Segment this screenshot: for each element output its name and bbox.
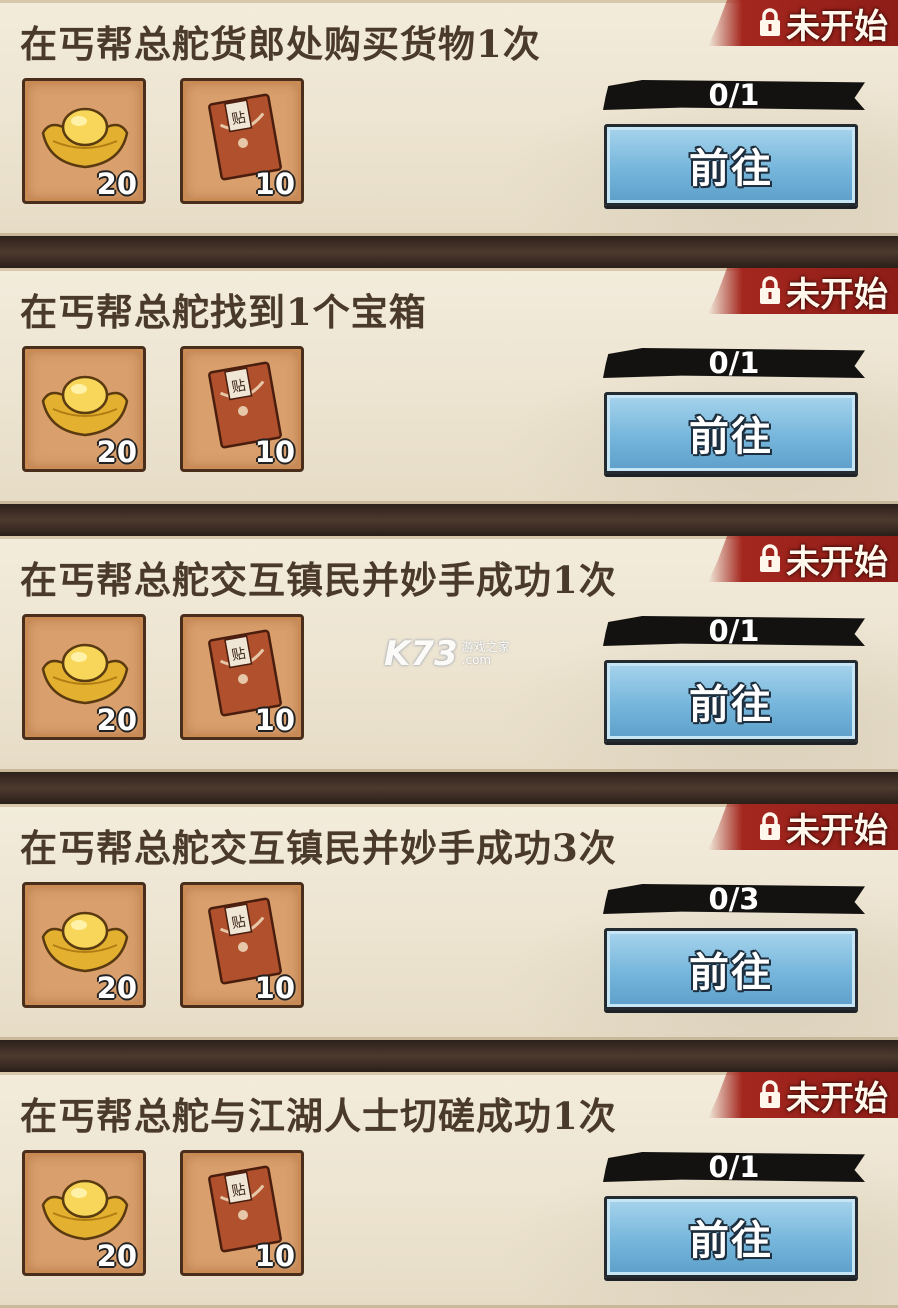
reward-red-envelope[interactable]: 贴 10 <box>180 1150 304 1276</box>
lock-icon <box>760 1080 780 1108</box>
task-title: 在丐帮总舵交互镇民并妙手成功3次 <box>20 826 617 870</box>
status-badge: 未开始 <box>708 268 898 314</box>
task-card: 在丐帮总舵货郎处购买货物1次 未开始 20 贴 10 0/1 前往 <box>0 0 898 236</box>
envelope-glyph: 贴 <box>230 378 247 396</box>
watermark-logo: K73 <box>384 634 458 674</box>
divider <box>0 772 898 804</box>
status-text: 未开始 <box>786 1078 888 1119</box>
task-title: 在丐帮总舵货郎处购买货物1次 <box>20 22 541 66</box>
reward-count: 10 <box>254 703 295 737</box>
go-button[interactable]: 前往 <box>604 392 858 474</box>
reward-gold-ingot[interactable]: 20 <box>22 614 146 740</box>
status-badge: 未开始 <box>708 1072 898 1118</box>
watermark-subtext: 游戏之家 .com <box>462 641 510 667</box>
reward-count: 20 <box>96 971 137 1005</box>
reward-count: 20 <box>96 1239 137 1273</box>
watermark-domain: .com <box>461 653 492 667</box>
lock-icon <box>760 544 780 572</box>
divider <box>0 504 898 536</box>
divider <box>0 236 898 268</box>
lock-icon <box>760 812 780 840</box>
reward-gold-ingot[interactable]: 20 <box>22 78 146 204</box>
status-text: 未开始 <box>786 810 888 851</box>
lock-icon <box>760 8 780 36</box>
progress-text: 0/1 <box>708 346 760 380</box>
reward-count: 10 <box>254 435 295 469</box>
status-badge: 未开始 <box>708 804 898 850</box>
task-title: 在丐帮总舵交互镇民并妙手成功1次 <box>20 558 617 602</box>
progress-bar: 0/1 <box>603 1152 865 1182</box>
reward-count: 20 <box>96 435 137 469</box>
reward-red-envelope[interactable]: 贴 10 <box>180 346 304 472</box>
progress-bar: 0/1 <box>603 348 865 378</box>
progress-text: 0/3 <box>708 882 760 916</box>
reward-gold-ingot[interactable]: 20 <box>22 882 146 1008</box>
go-button[interactable]: 前往 <box>604 928 858 1010</box>
envelope-glyph: 贴 <box>230 1182 247 1200</box>
envelope-glyph: 贴 <box>230 914 247 932</box>
progress-bar: 0/3 <box>603 884 865 914</box>
reward-red-envelope[interactable]: 贴 10 <box>180 78 304 204</box>
go-button-label: 前往 <box>689 1217 773 1264</box>
go-button-label: 前往 <box>689 413 773 460</box>
envelope-glyph: 贴 <box>230 646 247 664</box>
status-text: 未开始 <box>786 6 888 47</box>
go-button[interactable]: 前往 <box>604 124 858 206</box>
go-button[interactable]: 前往 <box>604 660 858 742</box>
go-button[interactable]: 前往 <box>604 1196 858 1278</box>
status-badge: 未开始 <box>708 536 898 582</box>
reward-count: 10 <box>254 167 295 201</box>
status-text: 未开始 <box>786 542 888 583</box>
reward-gold-ingot[interactable]: 20 <box>22 1150 146 1276</box>
reward-count: 20 <box>96 703 137 737</box>
envelope-glyph: 贴 <box>230 110 247 128</box>
progress-bar: 0/1 <box>603 616 865 646</box>
reward-red-envelope[interactable]: 贴 10 <box>180 614 304 740</box>
progress-text: 0/1 <box>708 78 760 112</box>
task-card: 在丐帮总舵找到1个宝箱 未开始 20 贴 10 0/1 前往 <box>0 268 898 504</box>
task-list: 在丐帮总舵货郎处购买货物1次 未开始 20 贴 10 0/1 前往 在丐帮总舵找… <box>0 0 898 1308</box>
lock-icon <box>760 276 780 304</box>
go-button-label: 前往 <box>689 145 773 192</box>
reward-gold-ingot[interactable]: 20 <box>22 346 146 472</box>
reward-count: 10 <box>254 971 295 1005</box>
progress-text: 0/1 <box>708 1150 760 1184</box>
divider <box>0 1040 898 1072</box>
progress-text: 0/1 <box>708 614 760 648</box>
task-card: 在丐帮总舵与江湖人士切磋成功1次 未开始 20 贴 10 0/1 前往 <box>0 1072 898 1308</box>
reward-red-envelope[interactable]: 贴 10 <box>180 882 304 1008</box>
watermark: K73 游戏之家 .com <box>384 634 510 674</box>
progress-bar: 0/1 <box>603 80 865 110</box>
go-button-label: 前往 <box>689 681 773 728</box>
go-button-label: 前往 <box>689 949 773 996</box>
task-card: 在丐帮总舵交互镇民并妙手成功3次 未开始 20 贴 10 0/3 前往 <box>0 804 898 1040</box>
reward-count: 10 <box>254 1239 295 1273</box>
task-title: 在丐帮总舵与江湖人士切磋成功1次 <box>20 1094 617 1138</box>
status-text: 未开始 <box>786 274 888 315</box>
reward-count: 20 <box>96 167 137 201</box>
task-title: 在丐帮总舵找到1个宝箱 <box>20 290 427 334</box>
status-badge: 未开始 <box>708 0 898 46</box>
